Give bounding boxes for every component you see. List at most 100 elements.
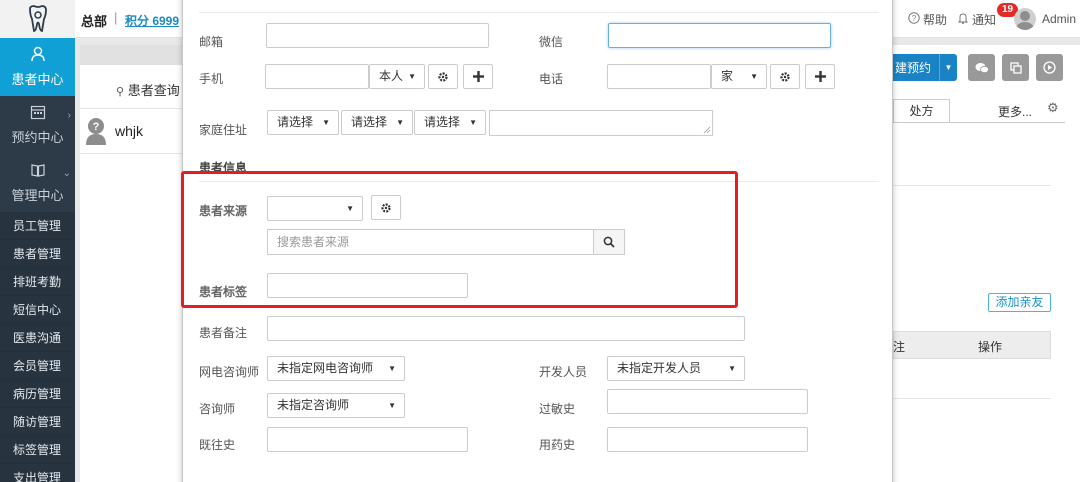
sidebar-item-patients[interactable]: 患者管理 xyxy=(0,240,75,268)
search-icon xyxy=(603,236,615,248)
email-field[interactable] xyxy=(266,23,489,48)
sidebar-item-communication[interactable]: 医患沟通 xyxy=(0,324,75,352)
org-separator: | xyxy=(114,10,118,25)
gear-icon[interactable]: ⚙ xyxy=(1047,100,1059,116)
developer-select[interactable]: 未指定开发人员 ▼ xyxy=(607,356,745,381)
book-icon xyxy=(30,162,46,182)
resize-handle-icon xyxy=(703,126,711,134)
help-link[interactable]: ? 帮助 xyxy=(908,11,947,28)
caret-down-icon[interactable]: ▼ xyxy=(939,54,957,81)
create-booking-button[interactable]: 建预约 ▼ xyxy=(893,54,957,81)
history-field[interactable] xyxy=(267,427,468,452)
sidebar-item-records[interactable]: 病历管理 xyxy=(0,380,75,408)
add-mobile-button[interactable] xyxy=(463,64,493,89)
gear-icon xyxy=(381,202,391,213)
caret-down-icon: ▼ xyxy=(396,118,404,127)
row-divider xyxy=(893,398,1051,399)
address-label: 家庭住址 xyxy=(199,123,248,137)
source-settings-button[interactable] xyxy=(371,195,401,220)
phone-type-select[interactable]: 家 ▼ xyxy=(711,64,767,89)
svg-text:?: ? xyxy=(912,14,917,23)
copy-icon xyxy=(1009,61,1022,74)
tag-label: 患者标签 xyxy=(199,285,248,299)
nav-label: 管理中心 xyxy=(11,188,64,203)
phone-field[interactable] xyxy=(607,64,711,89)
plus-icon xyxy=(814,71,826,82)
patient-query-link[interactable]: ⚲ 患者查询 xyxy=(116,80,180,99)
source-search-input[interactable]: 搜索患者来源 xyxy=(267,229,594,255)
more-tabs-link[interactable]: 更多... xyxy=(998,103,1032,120)
tag-field[interactable] xyxy=(267,273,468,298)
district-value: 请选择 xyxy=(424,115,461,129)
nav-label: 预约中心 xyxy=(11,130,64,145)
sidebar-item-tags[interactable]: 标签管理 xyxy=(0,436,75,464)
nav-booking-center[interactable]: › 预约中心 xyxy=(0,96,75,154)
caret-down-icon: ▼ xyxy=(728,364,736,373)
list-item[interactable]: ? whjk xyxy=(80,108,185,154)
online-consultant-select[interactable]: 未指定网电咨询师 ▼ xyxy=(267,356,405,381)
allergy-field[interactable] xyxy=(607,389,808,414)
consultant-value: 未指定咨询师 xyxy=(277,398,350,412)
medication-field[interactable] xyxy=(607,427,808,452)
wechat-field[interactable] xyxy=(608,23,831,48)
sidebar-item-expenses[interactable]: 支出管理 xyxy=(0,464,75,482)
avatar xyxy=(1013,8,1036,30)
column-header-ops: 操作 xyxy=(978,340,1003,354)
caret-down-icon: ▼ xyxy=(388,364,396,373)
patient-avatar-icon: ? xyxy=(85,117,107,145)
section-divider xyxy=(199,181,879,182)
province-select[interactable]: 请选择 ▼ xyxy=(267,110,339,135)
tab-divider xyxy=(893,122,1065,123)
nav-patient-center[interactable]: 患者中心 xyxy=(0,38,75,96)
wechat-button[interactable] xyxy=(968,54,995,81)
mobile-field[interactable] xyxy=(265,64,369,89)
source-label: 患者来源 xyxy=(199,204,248,218)
app-logo[interactable] xyxy=(0,0,75,38)
gear-icon xyxy=(438,71,448,82)
plus-icon xyxy=(472,71,484,82)
add-relative-button[interactable]: 添加亲友 xyxy=(988,293,1051,312)
consultant-select[interactable]: 未指定咨询师 ▼ xyxy=(267,393,405,418)
phone-settings-button[interactable] xyxy=(770,64,800,89)
wechat-icon xyxy=(975,62,989,73)
calendar-icon xyxy=(30,104,46,124)
chevron-right-icon: › xyxy=(67,110,71,121)
remark-label: 患者备注 xyxy=(199,326,248,340)
tab-prescription[interactable]: 处方 xyxy=(893,99,950,123)
sidebar-item-followup[interactable]: 随访管理 xyxy=(0,408,75,436)
city-select[interactable]: 请选择 ▼ xyxy=(341,110,413,135)
notify-link[interactable]: 通知 19 xyxy=(957,2,1019,28)
address-detail-field[interactable] xyxy=(489,110,713,136)
sidebar-item-members[interactable]: 会员管理 xyxy=(0,352,75,380)
play-button[interactable] xyxy=(1036,54,1063,81)
mobile-owner-select[interactable]: 本人 ▼ xyxy=(369,64,425,89)
patient-edit-modal: 邮箱 微信 手机 本人 ▼ 电话 家 ▼ 家庭住址 请选择 ▼ 请选择 ▼ 请选… xyxy=(182,0,893,482)
user-menu[interactable]: Admin xyxy=(1013,8,1076,30)
phone-type-value: 家 xyxy=(721,69,734,83)
nav-label: 患者中心 xyxy=(11,72,64,87)
sidebar-item-staff[interactable]: 员工管理 xyxy=(0,212,75,240)
remark-field[interactable] xyxy=(267,316,745,341)
source-select[interactable]: ▼ xyxy=(267,196,363,221)
phone-label: 电话 xyxy=(539,72,564,86)
online-consultant-label: 网电咨询师 xyxy=(199,365,260,379)
sidebar-item-schedule[interactable]: 排班考勤 xyxy=(0,268,75,296)
patient-query-label: 患者查询 xyxy=(127,83,180,98)
sidebar-item-sms[interactable]: 短信中心 xyxy=(0,296,75,324)
nav-management-center[interactable]: ⌄ 管理中心 xyxy=(0,154,75,212)
district-select[interactable]: 请选择 ▼ xyxy=(414,110,486,135)
column-header-note: 注 xyxy=(893,340,906,354)
medication-label: 用药史 xyxy=(539,438,576,452)
developer-value: 未指定开发人员 xyxy=(617,361,702,375)
caret-down-icon: ▼ xyxy=(388,401,396,410)
source-search-button[interactable] xyxy=(593,229,625,255)
consultant-label: 咨询师 xyxy=(199,402,236,416)
add-phone-button[interactable] xyxy=(805,64,835,89)
mobile-settings-button[interactable] xyxy=(428,64,458,89)
org-name[interactable]: 总部 xyxy=(81,11,107,30)
city-value: 请选择 xyxy=(351,115,388,129)
mobile-label: 手机 xyxy=(199,72,224,86)
caret-down-icon: ▼ xyxy=(322,118,330,127)
copy-button[interactable] xyxy=(1002,54,1029,81)
points-link[interactable]: 积分 6999 xyxy=(125,12,179,29)
